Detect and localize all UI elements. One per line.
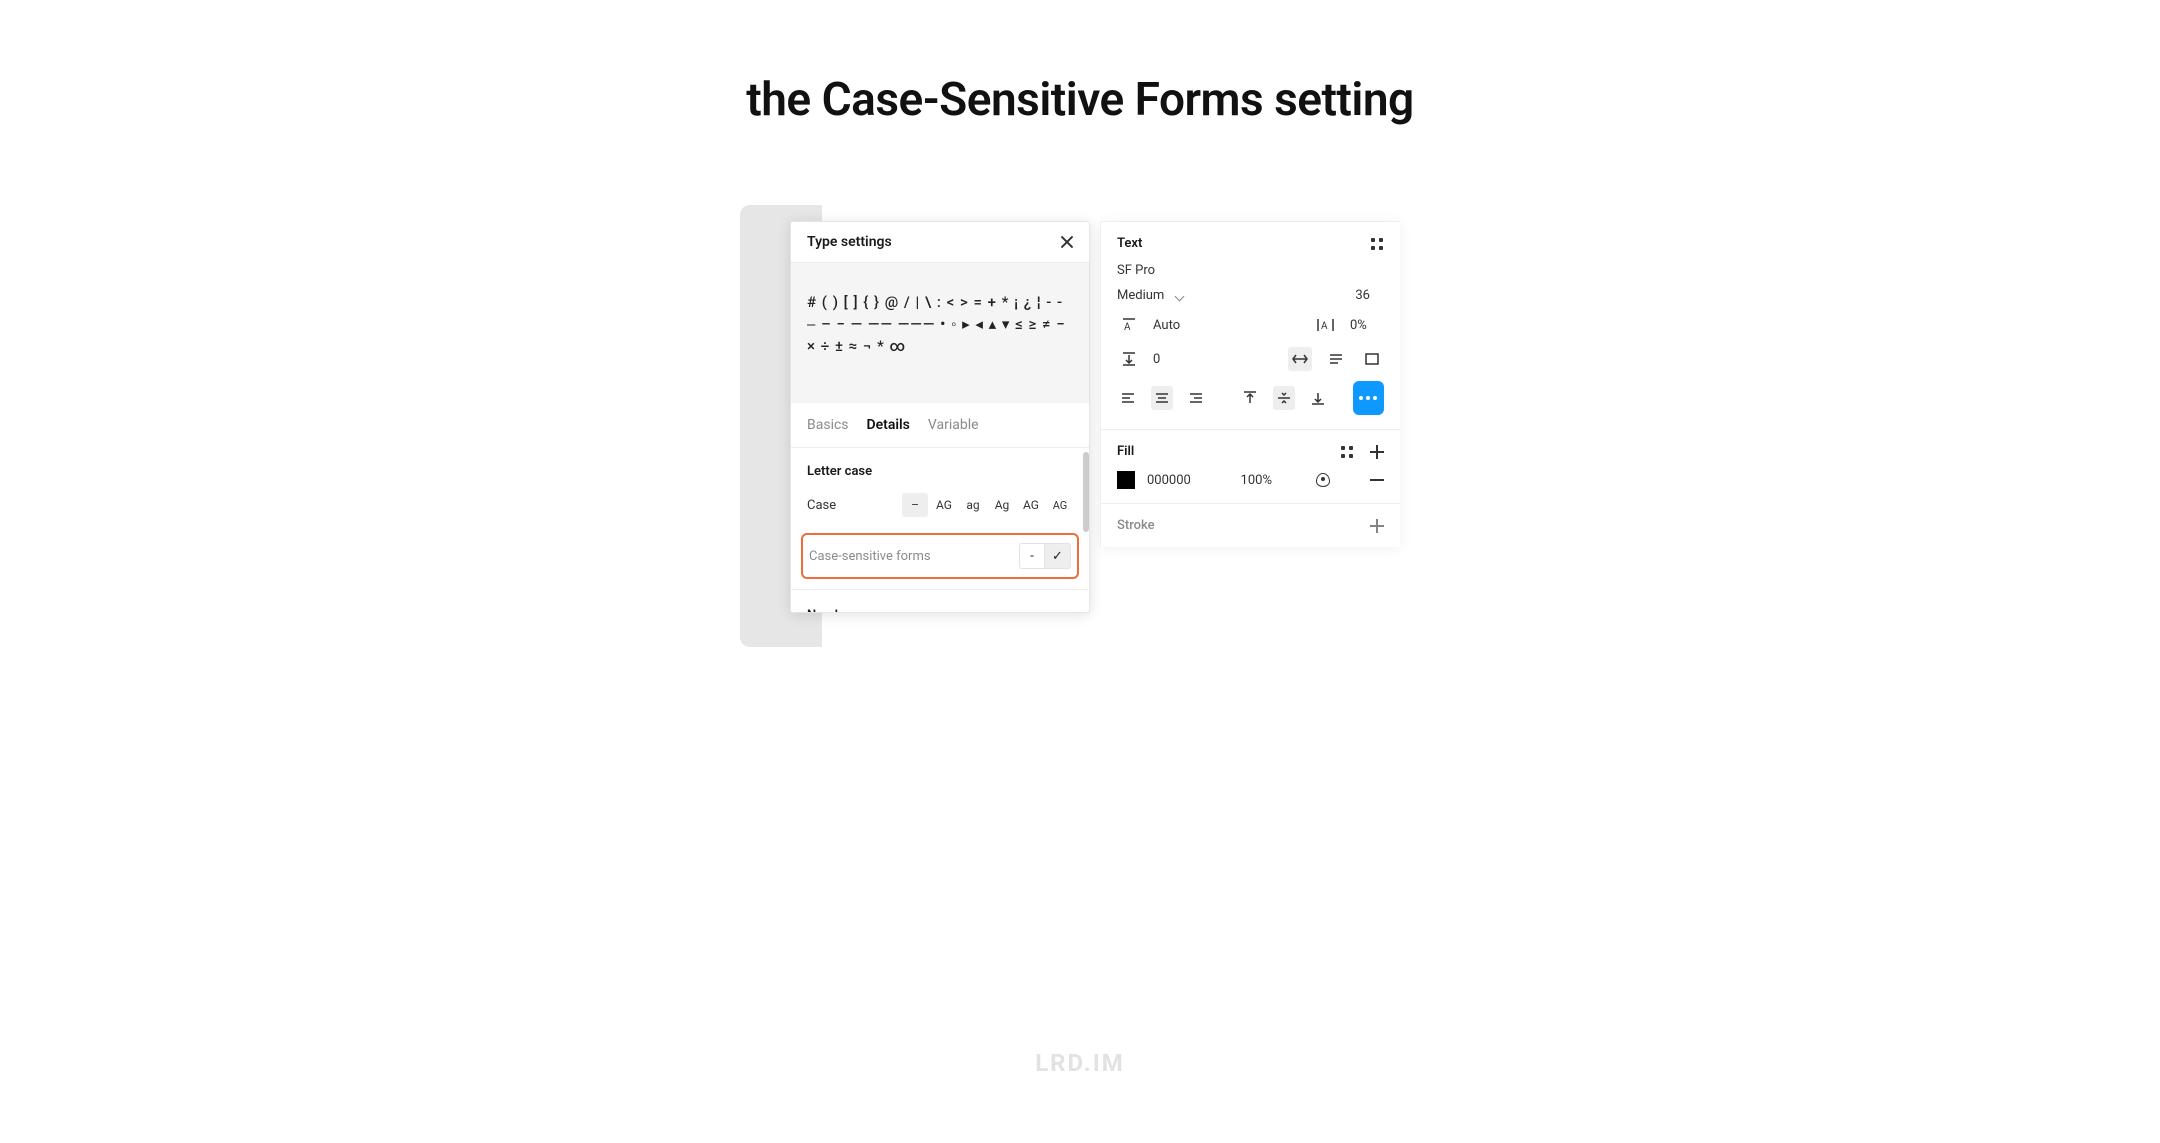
type-details-button[interactable] [1353,381,1384,415]
type-settings-popover: Type settings # ( ) [ ] { } @ / | \ : < … [790,221,1090,613]
type-settings-body: Letter case Case – AG ag Ag AG AG Case-s… [791,448,1089,612]
panel-text: Text SF Pro Medium 36 A Auto A [1101,222,1400,430]
auto-width-icon[interactable] [1288,347,1312,371]
panel-stroke: Stroke [1101,504,1400,547]
panel-fill-title: Fill [1117,444,1134,459]
fixed-size-icon[interactable] [1360,347,1384,371]
text-align-right-icon[interactable] [1185,386,1207,410]
fill-swatch[interactable] [1117,471,1135,489]
fill-hex[interactable]: 000000 [1147,473,1191,488]
popover-title: Type settings [807,234,892,250]
panel-fill-header: Fill [1117,444,1384,459]
tab-details[interactable]: Details [867,417,910,433]
case-option-title[interactable]: Ag [989,493,1015,517]
figure-stage: Type settings # ( ) [ ] { } @ / | \ : < … [740,205,1420,657]
line-height-value[interactable]: Auto [1153,318,1180,333]
section-letter-case: Letter case [791,448,1089,489]
text-align-left-icon[interactable] [1117,386,1139,410]
tab-basics[interactable]: Basics [807,417,849,433]
letter-spacing-value[interactable]: 0% [1350,318,1384,333]
panel-stroke-title: Stroke [1117,518,1155,533]
panel-text-title: Text [1117,236,1142,251]
type-tabs: Basics Details Variable [791,403,1089,448]
case-option-forced-smallcaps[interactable]: AG [1047,493,1073,517]
font-size[interactable]: 36 [1344,288,1384,303]
remove-fill-icon[interactable] [1370,479,1384,481]
csf-toggle: - ✓ [1019,543,1071,569]
letter-spacing-icon[interactable]: A [1314,313,1338,337]
row-case: Case – AG ag Ag AG AG [791,489,1089,529]
row-paragraph-resize: 0 [1117,347,1384,371]
popover-header: Type settings [791,222,1089,263]
text-align-center-icon[interactable] [1151,386,1173,410]
case-option-lower[interactable]: ag [960,493,986,517]
close-icon[interactable] [1059,234,1075,250]
row-lineheight-letterspacing: A Auto A 0% [1117,313,1384,337]
fill-opacity[interactable]: 100% [1241,473,1272,488]
row-font[interactable]: SF Pro [1117,263,1384,278]
paragraph-spacing-icon[interactable] [1117,347,1141,371]
row-align-more [1117,381,1384,415]
vertical-align-top-icon[interactable] [1239,386,1261,410]
row-case-sensitive-forms: Case-sensitive forms - ✓ [801,533,1079,579]
panel-stroke-header: Stroke [1117,518,1384,533]
case-option-upper[interactable]: AG [931,493,957,517]
csf-label: Case-sensitive forms [809,549,931,564]
case-options: – AG ag Ag AG AG [902,493,1073,517]
visibility-icon[interactable] [1314,471,1332,489]
panel-fill: Fill 000000 100% [1101,430,1400,504]
csf-on-button[interactable]: ✓ [1045,543,1071,569]
svg-text:A: A [1321,321,1328,332]
row-weight-size: Medium 36 [1117,288,1384,303]
panel-text-header: Text [1117,236,1384,251]
case-option-none[interactable]: – [902,493,928,517]
case-option-smallcaps[interactable]: AG [1018,493,1044,517]
watermark: LRD.IM [0,1049,2160,1077]
line-height-icon[interactable]: A [1117,313,1141,337]
font-weight[interactable]: Medium [1117,288,1164,303]
add-fill-icon[interactable] [1370,445,1384,459]
svg-text:A: A [1124,322,1131,333]
tab-variable[interactable]: Variable [928,417,979,433]
csf-off-button[interactable]: - [1019,543,1045,569]
fill-styles-icon[interactable] [1340,445,1354,459]
auto-height-icon[interactable] [1324,347,1348,371]
row-fill-color: 000000 100% [1117,471,1384,489]
chevron-down-icon[interactable] [1176,291,1186,301]
design-inspector: Text SF Pro Medium 36 A Auto A [1100,221,1400,547]
type-preview: # ( ) [ ] { } @ / | \ : < > = + * ¡ ¿ ¦ … [791,263,1089,403]
vertical-align-middle-icon[interactable] [1273,386,1295,410]
font-name: SF Pro [1117,263,1155,278]
add-stroke-icon[interactable] [1370,519,1384,533]
case-label: Case [807,498,836,513]
styles-icon[interactable] [1370,237,1384,251]
vertical-align-bottom-icon[interactable] [1307,386,1329,410]
divider [791,589,1089,590]
scrollbar-thumb[interactable] [1083,452,1089,532]
paragraph-spacing-value[interactable]: 0 [1153,352,1160,367]
section-numbers: Numbers [791,594,1089,612]
page-title: the Case-Sensitive Forms setting [0,73,2160,127]
